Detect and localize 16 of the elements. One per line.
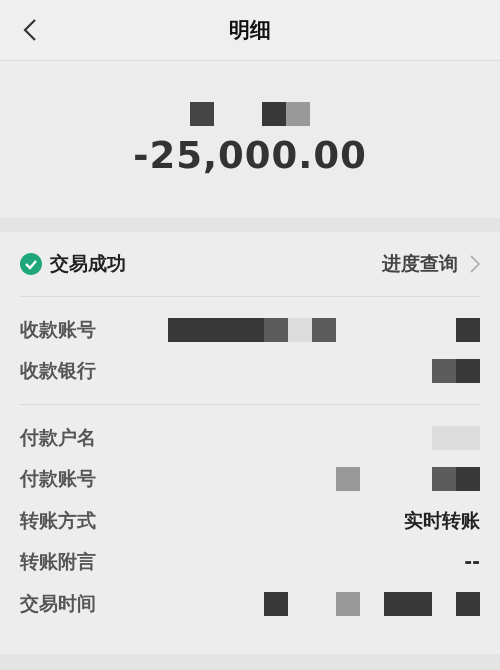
progress-link[interactable]: 进度查询 [382,251,480,277]
status-label: 交易成功 [50,252,127,277]
field-label: 收款银行 [20,359,96,384]
page-title: 明细 [229,17,271,44]
field-label: 付款账号 [20,467,96,492]
field-value: 实时转账 [404,508,480,534]
field-label: 转账方式 [20,508,96,534]
amount: -25,000.00 [133,134,367,177]
field-label: 收款账号 [20,318,96,343]
field-label: 付款户名 [20,426,96,451]
field-label: 转账附言 [20,550,96,576]
field-value: -- [464,551,480,574]
back-icon [23,18,37,42]
chevron-right-icon [470,255,480,273]
redacted-mosaic [432,359,480,384]
field-label: 交易时间 [20,592,96,617]
